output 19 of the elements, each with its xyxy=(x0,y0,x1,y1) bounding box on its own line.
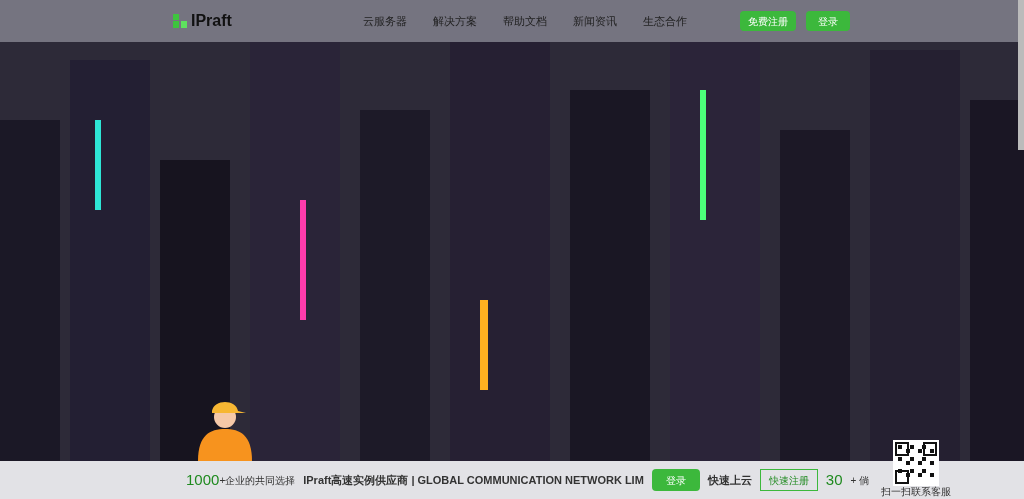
login-button[interactable]: 登录 xyxy=(651,469,700,491)
nav-link[interactable]: 解决方案 xyxy=(433,12,477,30)
stat-label: + 倘 xyxy=(850,473,870,488)
logo-text: IPraft xyxy=(191,11,232,31)
nav-link[interactable]: 新闻资讯 xyxy=(573,12,617,30)
bar-title: IPraft高速实例供应商 | GLOBAL COMMUNICATION NETWORK LIM xyxy=(303,472,644,488)
stat-number: 30 xyxy=(825,469,843,490)
qr-code xyxy=(893,440,940,486)
count-number: 1000 xyxy=(186,469,220,490)
logo-icon xyxy=(173,14,187,28)
qr-caption: 扫一扫联系客服 xyxy=(881,486,952,498)
register-button[interactable]: 免费注册 xyxy=(740,11,796,31)
count-label: +企业的共同选择 xyxy=(219,473,296,488)
nav-link[interactable]: 云服务器 xyxy=(363,12,407,30)
nav-link[interactable]: 生态合作 xyxy=(643,12,687,30)
tagline: 快速上云 xyxy=(707,472,752,488)
login-button[interactable]: 登录 xyxy=(806,11,850,31)
register-button[interactable]: 快速注册 xyxy=(759,469,818,491)
nav-link[interactable]: 帮助文档 xyxy=(503,12,547,30)
